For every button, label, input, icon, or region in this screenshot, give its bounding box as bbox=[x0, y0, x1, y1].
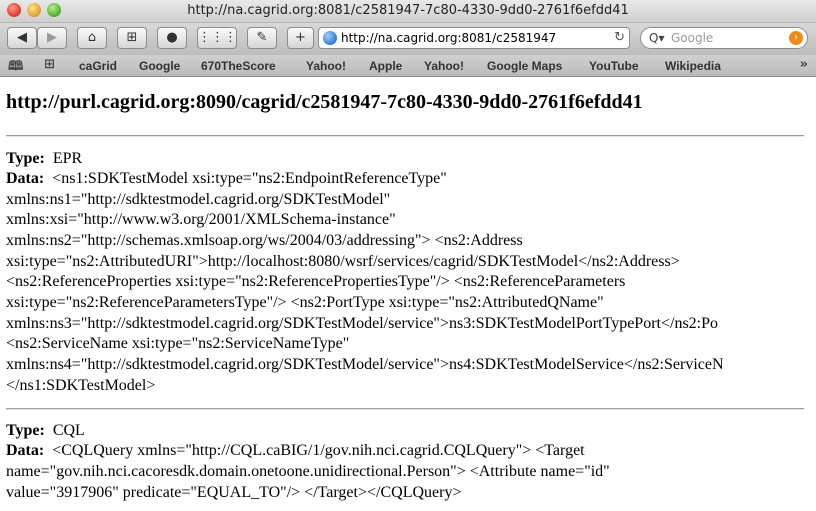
data-text-line: xmlns:ns1="http://sdktestmodel.cagrid.or… bbox=[6, 191, 391, 208]
page-heading: http://purl.cagrid.org:8090/cagrid/c2581… bbox=[6, 91, 643, 113]
new-tab-button[interactable]: + bbox=[287, 27, 314, 49]
data-text-line: <ns2:ServiceName xsi:type="ns2:ServiceNa… bbox=[6, 335, 350, 352]
forward-arrow-icon: ▶ bbox=[47, 30, 57, 45]
page-content: http://purl.cagrid.org:8090/cagrid/c2581… bbox=[0, 77, 816, 511]
bookmark-yahoo-2[interactable]: Yahoo! bbox=[424, 59, 464, 73]
globe-icon bbox=[323, 31, 337, 45]
entry-type-line: Type: CQL bbox=[6, 421, 85, 441]
entry-data-line: Data: <ns1:SDKTestModel xsi:type="ns2:En… bbox=[6, 169, 447, 189]
browser-toolbar: ◀ ▶ ⌂ ⊞ ● ⋮⋮⋮ ✎ + http://na.cagrid.org:8… bbox=[0, 23, 816, 55]
data-text-line: <ns1:SDKTestModel xsi:type="ns2:Endpoint… bbox=[52, 170, 447, 187]
data-text-line: xsi:type="ns2:ReferenceParametersType"/>… bbox=[6, 294, 604, 311]
book-icon[interactable]: 🕮 bbox=[8, 57, 23, 79]
grid-icon: ⋮⋮⋮ bbox=[198, 30, 237, 45]
data-text-line: xmlns:ns3="http://sdktestmodel.cagrid.or… bbox=[6, 315, 719, 332]
data-text-line: xmlns:ns2="http://schemas.xmlsoap.org/ws… bbox=[6, 232, 523, 249]
home-icon: ⌂ bbox=[87, 30, 97, 45]
type-label: Type: bbox=[6, 422, 45, 439]
search-input[interactable]: Q▾ Google › bbox=[640, 27, 808, 49]
data-label: Data: bbox=[6, 170, 45, 187]
entry-data-line: Data: <CQLQuery xmlns="http://CQL.caBIG/… bbox=[6, 441, 585, 461]
window-titlebar: http://na.cagrid.org:8081/c2581947-7c80-… bbox=[0, 0, 816, 23]
reload-icon[interactable]: ↻ bbox=[614, 28, 625, 48]
bookmark-google[interactable]: Google bbox=[139, 59, 180, 73]
search-icon: Q▾ bbox=[649, 31, 665, 45]
divider bbox=[6, 408, 804, 410]
type-label: Type: bbox=[6, 150, 45, 167]
address-text: http://na.cagrid.org:8081/c2581947 bbox=[341, 31, 557, 45]
evernote-button[interactable]: ✎ bbox=[247, 27, 277, 49]
add-bookmark-icon: ⊞ bbox=[126, 30, 138, 45]
bookmark-cagrid[interactable]: caGrid bbox=[79, 59, 117, 73]
bookmarks-overflow-icon[interactable]: » bbox=[800, 57, 808, 72]
downloads-button[interactable]: ● bbox=[157, 27, 187, 49]
data-text-line: xsi:type="ns2:AttributedURI">http://loca… bbox=[6, 253, 680, 270]
data-text-line: name="gov.nih.nci.cacoresdk.domain.oneto… bbox=[6, 463, 610, 480]
bookmark-wikipedia[interactable]: Wikipedia bbox=[665, 59, 721, 73]
back-arrow-icon: ◀ bbox=[17, 30, 27, 45]
grid-icon[interactable]: ⊞ bbox=[44, 57, 55, 72]
data-text-line: xmlns:ns4="http://sdktestmodel.cagrid.or… bbox=[6, 356, 724, 373]
data-text-line: </ns1:SDKTestModel> bbox=[6, 377, 156, 394]
address-bar[interactable]: http://na.cagrid.org:8081/c2581947 ↻ bbox=[318, 27, 630, 49]
plus-icon: + bbox=[295, 30, 306, 45]
divider bbox=[6, 135, 804, 137]
window-title: http://na.cagrid.org:8081/c2581947-7c80-… bbox=[187, 3, 629, 18]
elephant-icon: ✎ bbox=[256, 30, 268, 45]
search-go-icon[interactable]: › bbox=[789, 31, 803, 45]
entry-type-line: Type: EPR bbox=[6, 149, 82, 169]
data-text-line: xmlns:xsi="http://www.w3.org/2001/XMLSch… bbox=[6, 211, 396, 228]
back-button[interactable]: ◀ bbox=[7, 27, 37, 49]
forward-button[interactable]: ▶ bbox=[37, 27, 67, 49]
entry-type-value: EPR bbox=[52, 150, 83, 167]
bookmark-apple[interactable]: Apple bbox=[369, 59, 402, 73]
data-text-line: <CQLQuery xmlns="http://CQL.caBIG/1/gov.… bbox=[52, 442, 585, 459]
data-text-line: value="3917906" predicate="EQUAL_TO"/> <… bbox=[6, 484, 462, 501]
entry-type-value: CQL bbox=[52, 422, 85, 439]
download-icon: ● bbox=[166, 30, 178, 45]
data-text-line: <ns2:ReferenceProperties xsi:type="ns2:R… bbox=[6, 273, 626, 290]
data-label: Data: bbox=[6, 442, 45, 459]
bookmark-670thescore[interactable]: 670TheScore bbox=[201, 59, 276, 73]
add-bookmark-button[interactable]: ⊞ bbox=[117, 27, 147, 49]
search-placeholder: Google bbox=[671, 31, 714, 45]
bookmark-youtube[interactable]: YouTube bbox=[589, 59, 639, 73]
bookmarks-bar: 🕮 ⊞ caGrid Google 670TheScore Yahoo! App… bbox=[0, 55, 816, 77]
top-sites-button[interactable]: ⋮⋮⋮ bbox=[197, 27, 237, 49]
home-button[interactable]: ⌂ bbox=[77, 27, 107, 49]
bookmark-yahoo-1[interactable]: Yahoo! bbox=[306, 59, 346, 73]
bookmark-google-maps[interactable]: Google Maps bbox=[487, 59, 562, 73]
